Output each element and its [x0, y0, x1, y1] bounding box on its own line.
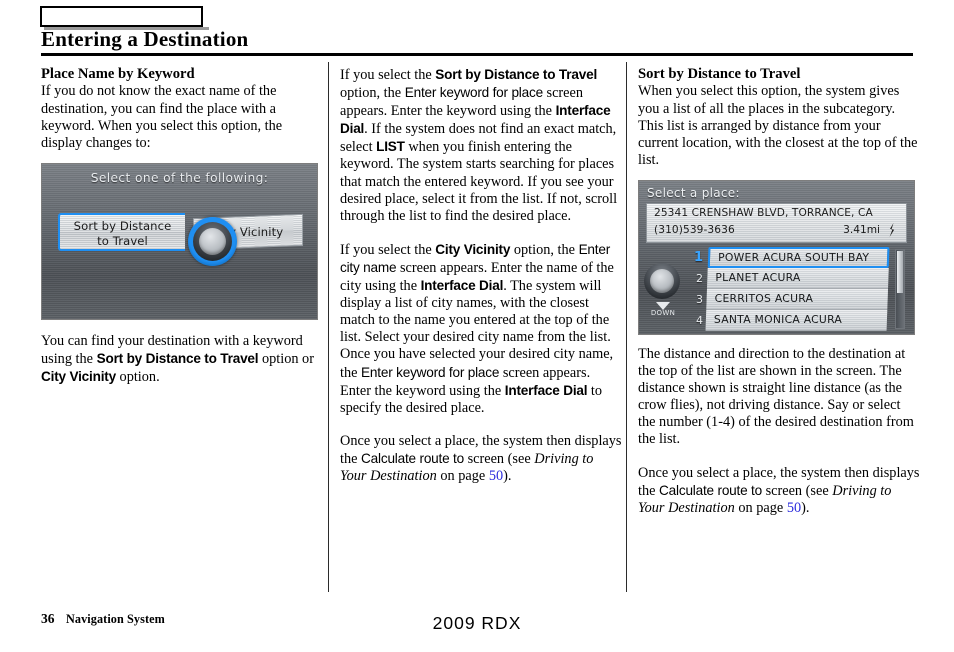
nav-option-sort-line2: to Travel	[97, 233, 148, 248]
column-three: Sort by Distance to Travel When you sele…	[638, 66, 920, 169]
nav-option-sort-by-distance-to-travel[interactable]: Sort by Distance to Travel	[58, 213, 185, 251]
col2-paragraph-2: If you select the City Vicinity option, …	[340, 241, 622, 417]
col2-p2-run-a: If you select the	[340, 241, 436, 258]
nav-list-item-label: POWER ACURA SOUTH BAY	[718, 251, 870, 264]
col2-p3-run-c: screen (see	[464, 450, 535, 467]
col3-heading: Sort by Distance to Travel	[638, 66, 801, 82]
nav-list-number-2[interactable]: 2	[683, 268, 703, 289]
col2-p2-ui-dial-1: Interface Dial	[420, 278, 504, 294]
nav-list-item-label: CERRITOS ACURA	[714, 292, 814, 305]
nav-list-numbers: 1234	[683, 247, 703, 331]
nav-list-item[interactable]: CERRITOS ACURA	[706, 289, 888, 310]
col2-p3-page-link[interactable]: 50	[489, 468, 503, 484]
section-tab-marker	[40, 6, 209, 30]
col1-paragraph-2: You can find your destination with a key…	[41, 333, 323, 386]
nav-list-scrollbar[interactable]	[895, 249, 905, 329]
nav-place-address: 25341 CRENSHAW BLVD, TORRANCE, CA	[654, 207, 873, 219]
col1-paragraph-1: If you do not know the exact name of the…	[41, 83, 283, 151]
nav-place-list-area: DOWN 1234 POWER ACURA SOUTH BAY PLANET AC…	[639, 247, 914, 334]
col2-p2-screen-enter-keyword: Enter keyword for place	[361, 364, 500, 380]
col2-p2-ui-dial-2: Interface Dial	[504, 382, 588, 398]
nav-place-distance: 3.41mi	[843, 224, 880, 236]
col3-p3-run-e: on page	[734, 499, 787, 516]
col3-p3-run-c: screen (see	[762, 482, 833, 499]
col2-p3-screen-calculate-route: Calculate route to	[361, 450, 464, 466]
col3-p3-run-g: ).	[801, 499, 810, 516]
nav-list-rows: POWER ACURA SOUTH BAY PLANET ACURA CERRITO…	[705, 247, 890, 331]
nav-screen-select-one-of-the-following: Select one of the following: Sort by Dis…	[41, 163, 318, 320]
col2-p3-run-g: ).	[503, 467, 512, 484]
nav-list-item-label: PLANET ACURA	[715, 271, 801, 284]
column-one: Place Name by Keyword If you do not know…	[41, 66, 323, 152]
col2-p2-run-c: option, the	[510, 241, 579, 258]
interface-dial-knob-icon[interactable]	[644, 263, 680, 299]
page-title: Entering a Destination	[41, 27, 249, 51]
col2-paragraph-1: If you select the Sort by Distance to Tr…	[340, 66, 622, 225]
col1-heading: Place Name by Keyword	[41, 66, 195, 82]
col2-paragraph-3: Once you select a place, the system then…	[340, 433, 622, 485]
nav-list-item-label: SANTA MONICA ACURA	[713, 313, 843, 326]
nav-option-sort-line1: Sort by Distance	[73, 219, 172, 233]
scroll-down-control[interactable]: DOWN	[647, 302, 679, 317]
scrollbar-thumb[interactable]	[897, 251, 903, 293]
nav-screen-a-title: Select one of the following:	[90, 171, 269, 185]
nav-list-number-3[interactable]: 3	[683, 289, 703, 310]
manual-page: Entering a Destination Place Name by Key…	[0, 0, 954, 652]
col1-p2-run-c: option or	[258, 351, 314, 368]
nav-place-info-box: 25341 CRENSHAW BLVD, TORRANCE, CA (310)5…	[646, 203, 907, 243]
column-divider-2	[626, 62, 627, 592]
col2-p1-ui-list: LIST	[376, 139, 405, 155]
nav-list-item[interactable]: SANTA MONICA ACURA	[705, 310, 888, 331]
col2-p1-run-c: option, the	[340, 85, 405, 102]
col1-p2-ui-sort: Sort by Distance to Travel	[96, 351, 259, 367]
scroll-down-label: DOWN	[650, 309, 676, 317]
column-one-lower: You can find your destination with a key…	[41, 333, 323, 386]
col2-p1-run-a: If you select the	[340, 67, 436, 83]
col2-p1-screen-enter-keyword: Enter keyword for place	[404, 85, 543, 101]
footer-model-name: 2009 RDX	[432, 613, 522, 633]
column-two: If you select the Sort by Distance to Tr…	[340, 66, 622, 485]
title-divider-rule	[41, 53, 913, 56]
column-three-lower: The distance and direction to the destin…	[638, 346, 920, 517]
col1-p2-run-e: option.	[115, 369, 160, 386]
col2-p3-run-e: on page	[436, 467, 489, 484]
nav-screen-select-a-place: Select a place: 25341 CRENSHAW BLVD, TOR…	[638, 180, 915, 335]
col3-paragraph-2: The distance and direction to the destin…	[638, 346, 914, 448]
nav-list-number-4[interactable]: 4	[683, 310, 703, 331]
nav-place-phone: (310)539-3636	[654, 224, 735, 236]
col3-p3-screen-calculate-route: Calculate route to	[659, 482, 762, 498]
nav-screen-b-title: Select a place:	[647, 186, 740, 200]
interface-dial-knob-icon[interactable]	[188, 217, 237, 266]
col3-paragraph-1: When you select this option, the system …	[638, 83, 918, 168]
column-divider-1	[328, 62, 329, 592]
nav-list-item[interactable]: PLANET ACURA	[707, 268, 889, 289]
col3-paragraph-3: Once you select a place, the system then…	[638, 465, 920, 517]
col1-p2-ui-city: City Vicinity	[41, 369, 116, 385]
col3-p3-page-link[interactable]: 50	[787, 500, 801, 516]
nav-list-number-1[interactable]: 1	[683, 247, 703, 268]
nav-list-item[interactable]: POWER ACURA SOUTH BAY	[707, 247, 890, 268]
col2-p2-ui-city: City Vicinity	[435, 241, 511, 257]
direction-arrow-icon	[889, 223, 895, 237]
col2-p1-ui-sort: Sort by Distance to Travel	[435, 67, 598, 82]
